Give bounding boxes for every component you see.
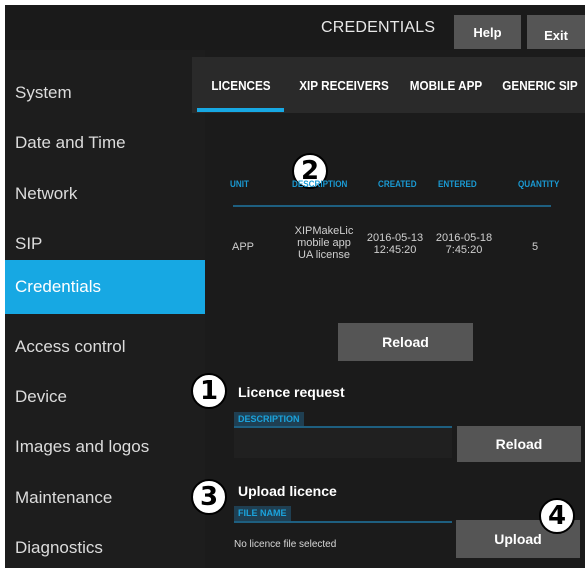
sidebar-item-device[interactable]: Device bbox=[5, 372, 205, 422]
column-header-description: DESCRIPTION bbox=[292, 179, 348, 189]
cell-created-date: 2016-05-13 bbox=[366, 232, 424, 244]
callout-3: 3 bbox=[191, 479, 227, 515]
licence-request-title: Licence request bbox=[238, 384, 345, 400]
cell-created-time: 12:45:20 bbox=[373, 244, 417, 256]
tab-licences[interactable]: LICENCES bbox=[197, 57, 285, 113]
help-button[interactable]: Help bbox=[454, 15, 521, 49]
file-status-text: No licence file selected bbox=[234, 539, 337, 550]
top-bar: CREDENTIALS Help Exit bbox=[5, 5, 585, 50]
sidebar-item-system[interactable]: System bbox=[5, 68, 205, 118]
cell-entered: 2016-05-18 7:45:20 bbox=[432, 232, 496, 256]
file-name-field-underline bbox=[234, 521, 452, 523]
sidebar-item-date-and-time[interactable]: Date and Time bbox=[5, 118, 205, 168]
cell-unit: APP bbox=[231, 241, 254, 253]
tab-generic-sip[interactable]: GENERIC SIP bbox=[499, 57, 582, 113]
cell-created: 2016-05-13 12:45:20 bbox=[363, 232, 427, 256]
tab-mobile-app[interactable]: MOBILE APP bbox=[404, 57, 489, 113]
licence-request-reload-button[interactable]: Reload bbox=[457, 426, 581, 462]
sidebar-item-diagnostics[interactable]: Diagnostics bbox=[5, 523, 205, 568]
tab-xip-receivers[interactable]: XIP RECEIVERS bbox=[294, 57, 395, 113]
column-header-unit: UNIT bbox=[230, 179, 249, 189]
tab-bar: LICENCES XIP RECEIVERS MOBILE APP GENERI… bbox=[192, 57, 585, 113]
sidebar: System Date and Time Network SIP Credent… bbox=[5, 50, 205, 568]
table-divider bbox=[233, 205, 551, 207]
cell-description-line-1: XIPMakeLic bbox=[294, 225, 354, 237]
licence-table-header: UNIT DESCRIPTION CREATED ENTERED QUANTIT… bbox=[215, 175, 585, 193]
sidebar-item-credentials[interactable]: Credentials bbox=[5, 260, 205, 314]
description-field-label: DESCRIPTION bbox=[234, 412, 304, 427]
callout-4: 4 bbox=[539, 498, 575, 534]
column-header-entered: ENTERED bbox=[438, 179, 477, 189]
exit-button[interactable]: Exit bbox=[527, 15, 585, 49]
cell-description-line-2: mobile app bbox=[297, 237, 351, 249]
active-tab-indicator bbox=[197, 108, 284, 112]
cell-entered-date: 2016-05-18 bbox=[435, 232, 493, 244]
page-title: CREDENTIALS bbox=[321, 19, 436, 36]
credentials-screen: CREDENTIALS Help Exit System Date and Ti… bbox=[5, 5, 585, 568]
file-name-field-label: FILE NAME bbox=[234, 506, 291, 521]
sidebar-item-images-and-logos[interactable]: Images and logos bbox=[5, 422, 205, 472]
column-header-created: CREATED bbox=[378, 179, 417, 189]
cell-quantity: 5 bbox=[531, 241, 539, 253]
cell-description: XIPMakeLic mobile app UA license bbox=[293, 225, 355, 261]
sidebar-item-network[interactable]: Network bbox=[5, 169, 205, 219]
callout-1: 1 bbox=[191, 373, 227, 409]
cell-entered-time: 7:45:20 bbox=[445, 244, 483, 256]
upload-licence-title: Upload licence bbox=[238, 483, 337, 499]
cell-description-line-3: UA license bbox=[298, 249, 350, 261]
table-reload-button[interactable]: Reload bbox=[338, 323, 473, 361]
description-input[interactable] bbox=[234, 428, 452, 458]
sidebar-item-access-control[interactable]: Access control bbox=[5, 322, 205, 372]
sidebar-item-maintenance[interactable]: Maintenance bbox=[5, 473, 205, 523]
column-header-quantity: QUANTITY bbox=[518, 179, 560, 189]
